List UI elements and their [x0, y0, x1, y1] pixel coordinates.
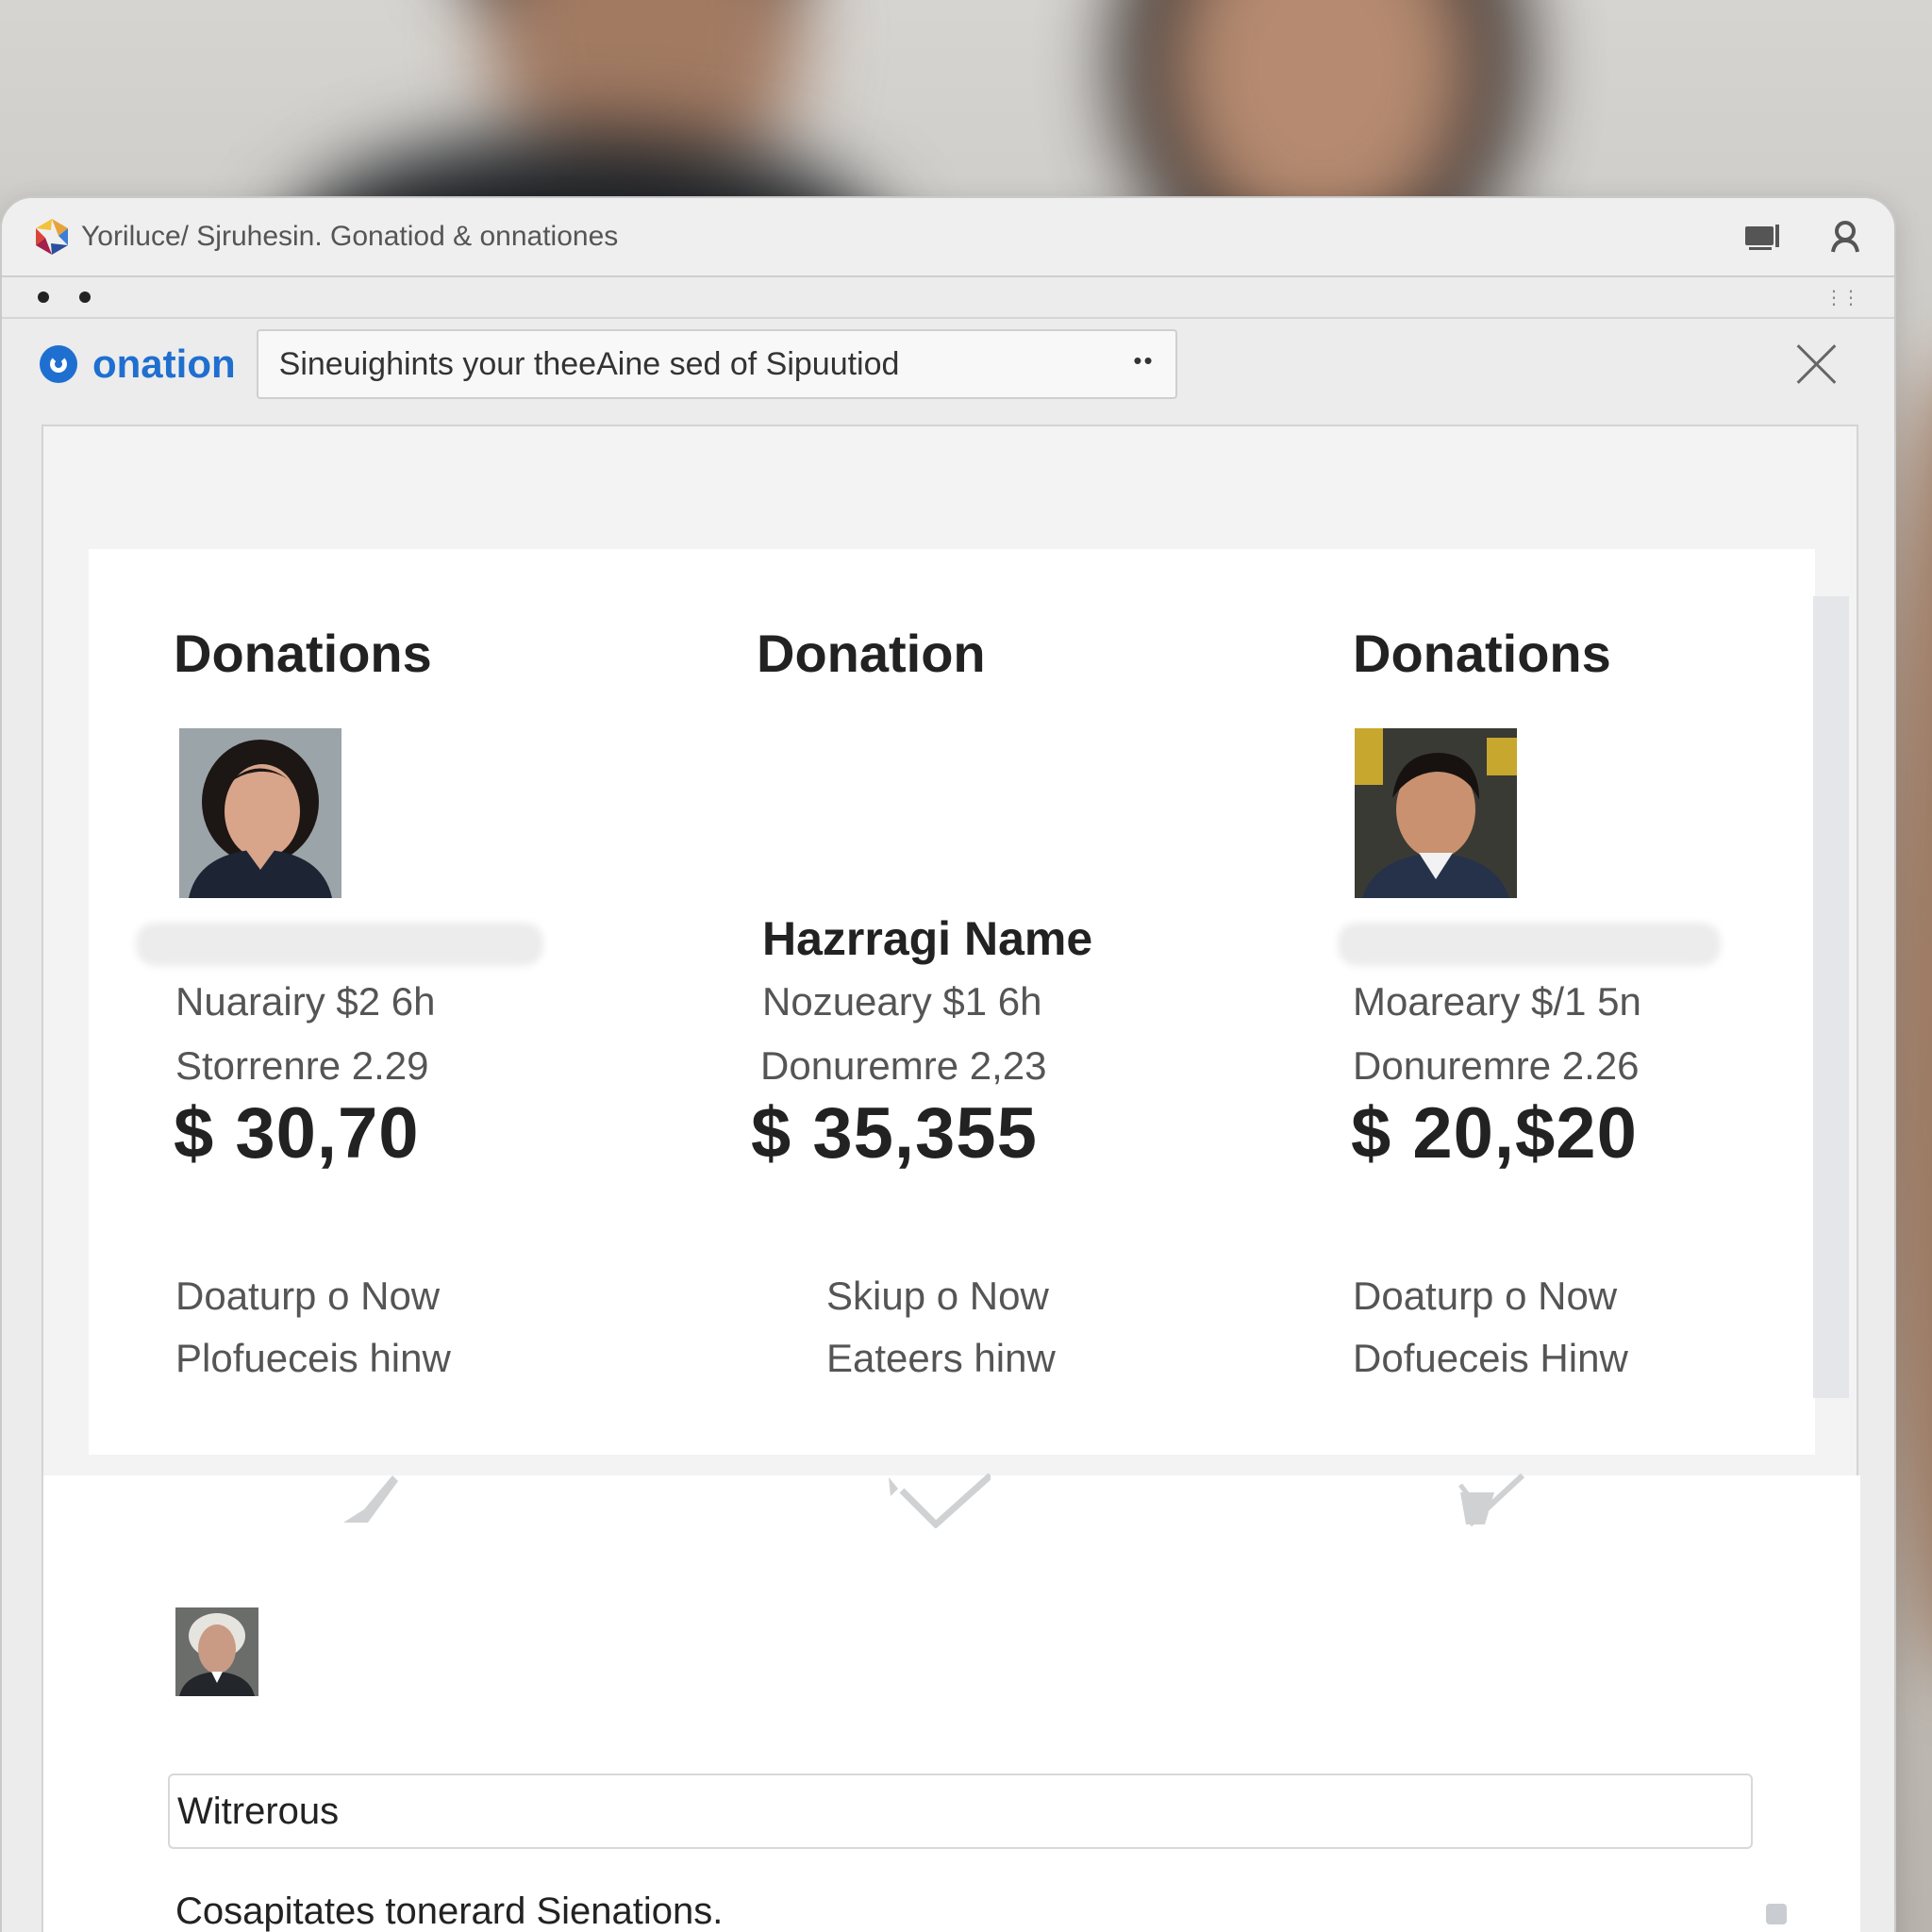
donate-now-link[interactable]: Doaturp o Now	[175, 1274, 440, 1319]
window-title: Yoriluce/ Sjruhesin. Gonatiod & onnation…	[81, 221, 619, 252]
donation-amount: $ 30,70	[174, 1093, 420, 1174]
screen-share-icon[interactable]	[1741, 216, 1783, 258]
profile-link[interactable]: Plofueceis hinw	[175, 1336, 451, 1381]
note-input[interactable]	[168, 1774, 1753, 1849]
tab-dot-icon[interactable]	[38, 291, 49, 303]
search-input[interactable]: Sineuighints your theeAine sed of Sipuut…	[256, 329, 1177, 399]
search-row: onation Sineuighints your theeAine sed o…	[2, 319, 1894, 409]
tab-strip: ⋮⋮	[2, 277, 1894, 319]
scrollbar[interactable]	[1813, 596, 1849, 1398]
close-icon[interactable]	[1794, 341, 1840, 387]
card-heading: Donations	[1353, 624, 1611, 683]
donor-avatar	[179, 728, 341, 898]
app-logo-icon	[36, 219, 68, 255]
donate-now-link[interactable]: Doaturp o Now	[1353, 1274, 1617, 1319]
more-options-icon[interactable]: ••	[1133, 346, 1154, 375]
card-heading: Donation	[757, 624, 986, 683]
donate-now-link[interactable]: Skiup o Now	[826, 1274, 1049, 1319]
profile-link[interactable]: Dofueceis Hinw	[1353, 1336, 1628, 1381]
brand[interactable]: onation	[40, 341, 236, 387]
check-icon[interactable]	[336, 1472, 411, 1528]
donor-name: Hazrragi Name	[762, 912, 1093, 965]
scroll-marker-icon[interactable]	[1766, 1904, 1787, 1924]
donor-date: Nozueary $1 6h	[762, 979, 1042, 1024]
card-heading: Donations	[174, 624, 432, 683]
donation-amount: $ 35,355	[751, 1093, 1038, 1174]
title-bar: Yoriluce/ Sjruhesin. Gonatiod & onnation…	[2, 198, 1894, 277]
commenter-avatar	[175, 1607, 258, 1696]
footer-text: Cosapitates tonerard Sienations.	[175, 1890, 724, 1932]
donor-avatar	[1355, 728, 1517, 898]
check-icon[interactable]	[1457, 1472, 1532, 1528]
donor-detail: Donuremre 2.26	[1353, 1043, 1640, 1088]
tab-dot-icon[interactable]	[79, 291, 91, 303]
user-account-icon[interactable]	[1824, 216, 1866, 258]
grip-icon[interactable]: ⋮⋮	[1824, 286, 1860, 309]
donor-name-redacted	[1338, 923, 1721, 966]
donor-date: Moareary $/1 5n	[1353, 979, 1641, 1024]
donor-detail: Storrenre 2.29	[175, 1043, 429, 1088]
check-icon[interactable]	[887, 1472, 991, 1528]
donation-amount: $ 20,$20	[1351, 1093, 1638, 1174]
donor-name-redacted	[136, 923, 543, 966]
lower-panel	[43, 1475, 1860, 1932]
donor-detail: Donuremre 2,23	[760, 1043, 1047, 1088]
brand-name: onation	[92, 341, 236, 386]
donor-date: Nuarairy $2 6h	[175, 979, 436, 1024]
donation-logo-icon	[40, 345, 77, 383]
search-value: Sineuighints your theeAine sed of Sipuut…	[278, 345, 900, 382]
profile-link[interactable]: Eateers hinw	[826, 1336, 1056, 1381]
